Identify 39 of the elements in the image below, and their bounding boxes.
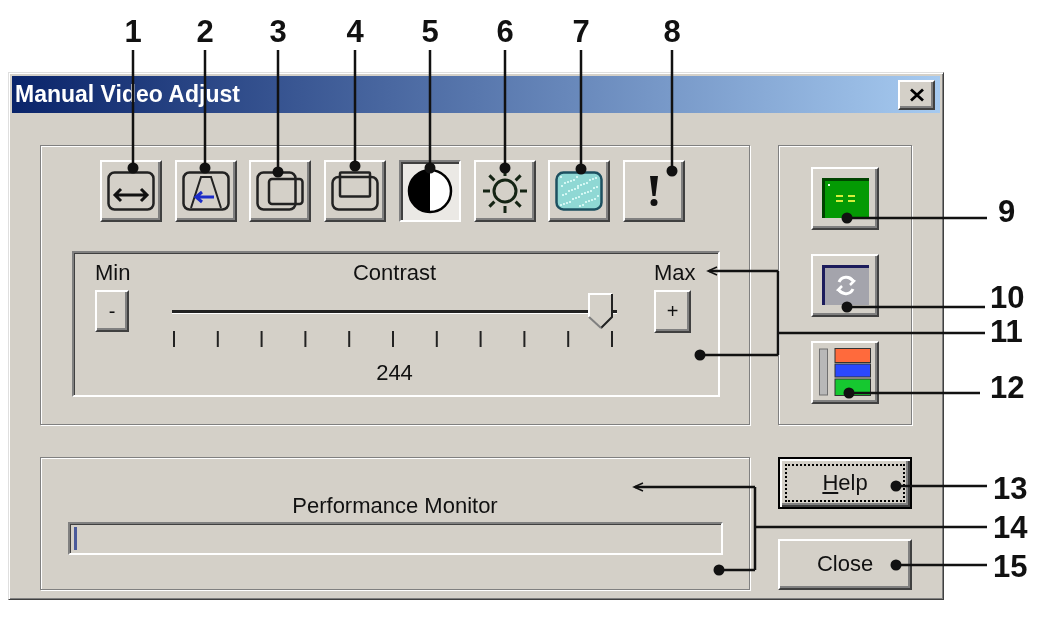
close-button[interactable]: Close bbox=[778, 539, 912, 590]
value-label: 244 bbox=[376, 361, 413, 385]
callout-number: 3 bbox=[269, 16, 287, 47]
slider-title: Contrast bbox=[352, 261, 437, 285]
increase-button[interactable]: + bbox=[654, 290, 691, 333]
refresh-button[interactable] bbox=[811, 253, 879, 317]
callout-number: 4 bbox=[346, 16, 364, 47]
callout-number: 15 bbox=[993, 551, 1028, 582]
callout-number: 10 bbox=[990, 282, 1025, 313]
callout-number: 14 bbox=[993, 512, 1028, 543]
overlapping-frames-icon bbox=[256, 171, 305, 211]
decrease-button[interactable]: - bbox=[95, 290, 129, 332]
callout-number: 6 bbox=[496, 16, 514, 47]
min-label: Min bbox=[95, 261, 132, 285]
help-button[interactable]: Help bbox=[778, 457, 912, 509]
callout-number: 9 bbox=[998, 196, 1016, 227]
monitor-label: Performance Monitor bbox=[292, 493, 498, 519]
callout-number: 8 bbox=[663, 16, 681, 47]
callout-number: 13 bbox=[993, 473, 1028, 504]
callout-number: 1 bbox=[124, 16, 142, 47]
refresh-icon bbox=[821, 265, 869, 305]
slider-thumb[interactable] bbox=[587, 293, 614, 329]
close-icon bbox=[908, 87, 925, 102]
max-label: Max bbox=[654, 261, 697, 285]
screen-icon bbox=[821, 178, 869, 218]
callout-number: 5 bbox=[421, 16, 439, 47]
contrast-icon bbox=[406, 168, 453, 214]
screen-button[interactable] bbox=[811, 166, 879, 230]
bars-button[interactable] bbox=[811, 340, 879, 404]
window-close-button[interactable] bbox=[898, 79, 935, 110]
callout-number: 7 bbox=[572, 16, 590, 47]
callout-number: 11 bbox=[990, 316, 1023, 347]
trapezoid-icon bbox=[181, 171, 230, 211]
speckled-screen-icon bbox=[555, 171, 604, 211]
stacked-bars-icon bbox=[819, 348, 871, 396]
stacked-frames-icon bbox=[331, 171, 380, 211]
callout-number: 2 bbox=[196, 16, 214, 47]
toolbar-button[interactable] bbox=[398, 160, 461, 222]
callout-number: 12 bbox=[990, 372, 1025, 403]
